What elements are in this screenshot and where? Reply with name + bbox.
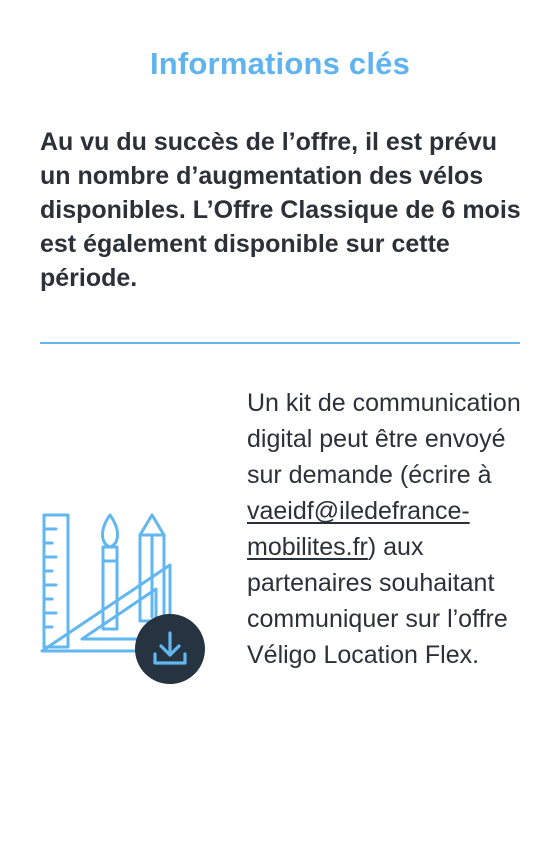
section-title: Informations clés: [149, 46, 411, 81]
kit-text-before: Un kit de communication digital peut êtr…: [247, 389, 521, 489]
drawing-tools-icon: [36, 505, 212, 687]
divider: [40, 342, 520, 344]
page: Informations clés Au vu du succès de l’o…: [0, 0, 560, 856]
download-icon[interactable]: [135, 614, 205, 684]
communication-kit-text: Un kit de communication digital peut êtr…: [247, 385, 537, 673]
email-link[interactable]: vaeidf@iledefrance-mobilites.fr: [247, 497, 470, 561]
key-info-text: Au vu du succès de l’offre, il est prévu…: [40, 128, 521, 292]
